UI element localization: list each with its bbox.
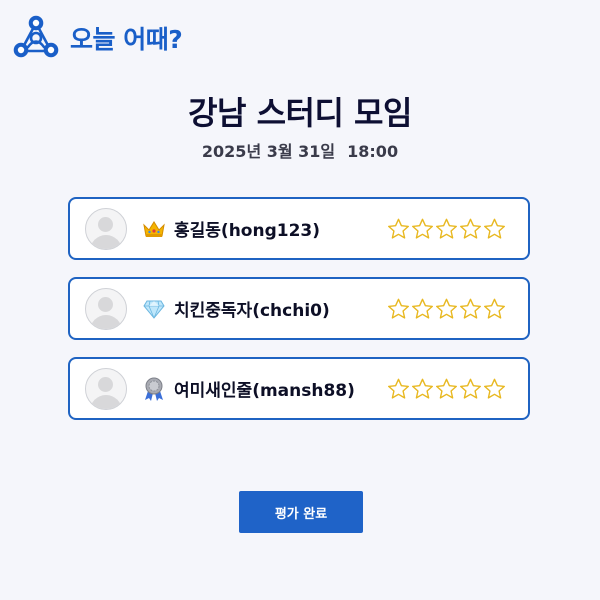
crown-icon: [143, 217, 165, 241]
star-rating[interactable]: [387, 297, 506, 320]
app-name: 오늘 어때?: [70, 25, 183, 54]
star-icon[interactable]: [483, 297, 506, 320]
star-icon[interactable]: [459, 217, 482, 240]
participant-card: 여미새인줄(mansh88): [68, 357, 530, 420]
medal-icon: [143, 377, 165, 401]
star-rating[interactable]: [387, 217, 506, 240]
star-icon[interactable]: [411, 297, 434, 320]
star-icon[interactable]: [483, 217, 506, 240]
participant-name: 홍길동(hong123): [174, 221, 320, 241]
meeting-time: 18:00: [347, 142, 399, 161]
star-icon[interactable]: [459, 377, 482, 400]
star-icon[interactable]: [387, 297, 410, 320]
meeting-date: 2025년 3월 31일: [201, 142, 336, 161]
app-logo[interactable]: 오늘 어때?: [12, 14, 183, 62]
avatar: [85, 367, 127, 410]
submit-rating-button[interactable]: 평가 완료: [239, 491, 363, 533]
star-rating[interactable]: [387, 377, 506, 400]
meeting-datetime: 2025년 3월 31일 18:00: [0, 138, 600, 162]
star-icon[interactable]: [435, 377, 458, 400]
star-icon[interactable]: [459, 297, 482, 320]
participant-name: 여미새인줄(mansh88): [174, 381, 355, 401]
participant-card: 치킨중독자(chchi0): [68, 277, 530, 340]
star-icon[interactable]: [387, 217, 410, 240]
star-icon[interactable]: [411, 377, 434, 400]
avatar: [85, 207, 127, 250]
diamond-icon: [143, 297, 165, 321]
page-title: 강남 스터디 모임: [188, 94, 412, 132]
star-icon[interactable]: [435, 297, 458, 320]
star-icon[interactable]: [387, 377, 410, 400]
star-icon[interactable]: [483, 377, 506, 400]
participant-list: 홍길동(hong123) 치킨중독자(chchi0) 여미새인줄(mansh88…: [68, 197, 530, 437]
star-icon[interactable]: [435, 217, 458, 240]
people-group-icon: [12, 14, 60, 62]
participant-name: 치킨중독자(chchi0): [174, 301, 330, 321]
avatar: [85, 287, 127, 330]
star-icon[interactable]: [411, 217, 434, 240]
participant-card: 홍길동(hong123): [68, 197, 530, 260]
